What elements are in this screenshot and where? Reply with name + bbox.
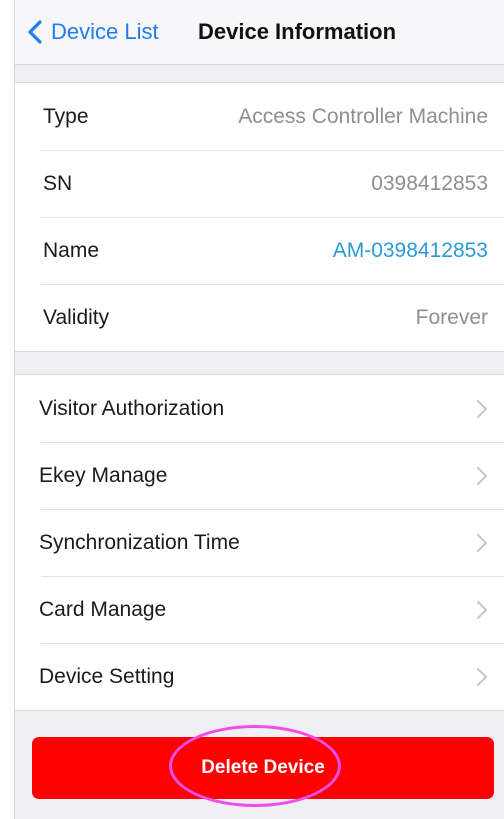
sn-value: 0398412853 <box>371 171 488 195</box>
menu-item-label: Synchronization Time <box>39 530 240 554</box>
delete-device-label: Delete Device <box>201 757 325 778</box>
type-value: Access Controller Machine <box>238 104 488 128</box>
navigation-bar: Device List Device Information <box>15 0 504 65</box>
menu-item-card-manage[interactable]: Card Manage <box>15 576 504 643</box>
info-row-validity: Validity Forever <box>15 284 504 351</box>
chevron-right-icon <box>477 466 487 485</box>
info-row-name[interactable]: Name AM-0398412853 <box>15 217 504 284</box>
menu-item-device-setting[interactable]: Device Setting <box>15 643 504 710</box>
info-row-type: Type Access Controller Machine <box>15 83 504 150</box>
back-button-label: Device List <box>51 19 159 44</box>
chevron-left-icon <box>28 20 42 44</box>
back-button[interactable]: Device List <box>25 15 159 49</box>
menu-item-ekey-manage[interactable]: Ekey Manage <box>15 442 504 509</box>
menu-item-label: Visitor Authorization <box>39 396 225 420</box>
validity-label: Validity <box>43 305 110 329</box>
chevron-right-icon <box>477 399 487 418</box>
info-row-sn: SN 0398412853 <box>15 150 504 217</box>
device-menu-group: Visitor Authorization Ekey Manage Synchr… <box>15 374 504 711</box>
name-label: Name <box>43 238 100 262</box>
name-value[interactable]: AM-0398412853 <box>333 239 488 263</box>
menu-item-label: Ekey Manage <box>39 463 168 487</box>
menu-item-synchronization-time[interactable]: Synchronization Time <box>15 509 504 576</box>
sn-label: SN <box>43 171 73 195</box>
device-information-screen: Device List Device Information Type Acce… <box>14 0 504 819</box>
menu-item-label: Card Manage <box>39 597 167 621</box>
chevron-right-icon <box>477 667 487 686</box>
chevron-right-icon <box>477 533 487 552</box>
validity-value: Forever <box>415 305 488 329</box>
chevron-right-icon <box>477 600 487 619</box>
menu-item-label: Device Setting <box>39 664 175 688</box>
menu-item-visitor-authorization[interactable]: Visitor Authorization <box>15 375 504 442</box>
device-info-group: Type Access Controller Machine SN 039841… <box>15 82 504 352</box>
delete-device-button[interactable]: Delete Device <box>32 737 494 799</box>
type-label: Type <box>43 104 89 128</box>
page-title: Device Information <box>198 19 397 44</box>
